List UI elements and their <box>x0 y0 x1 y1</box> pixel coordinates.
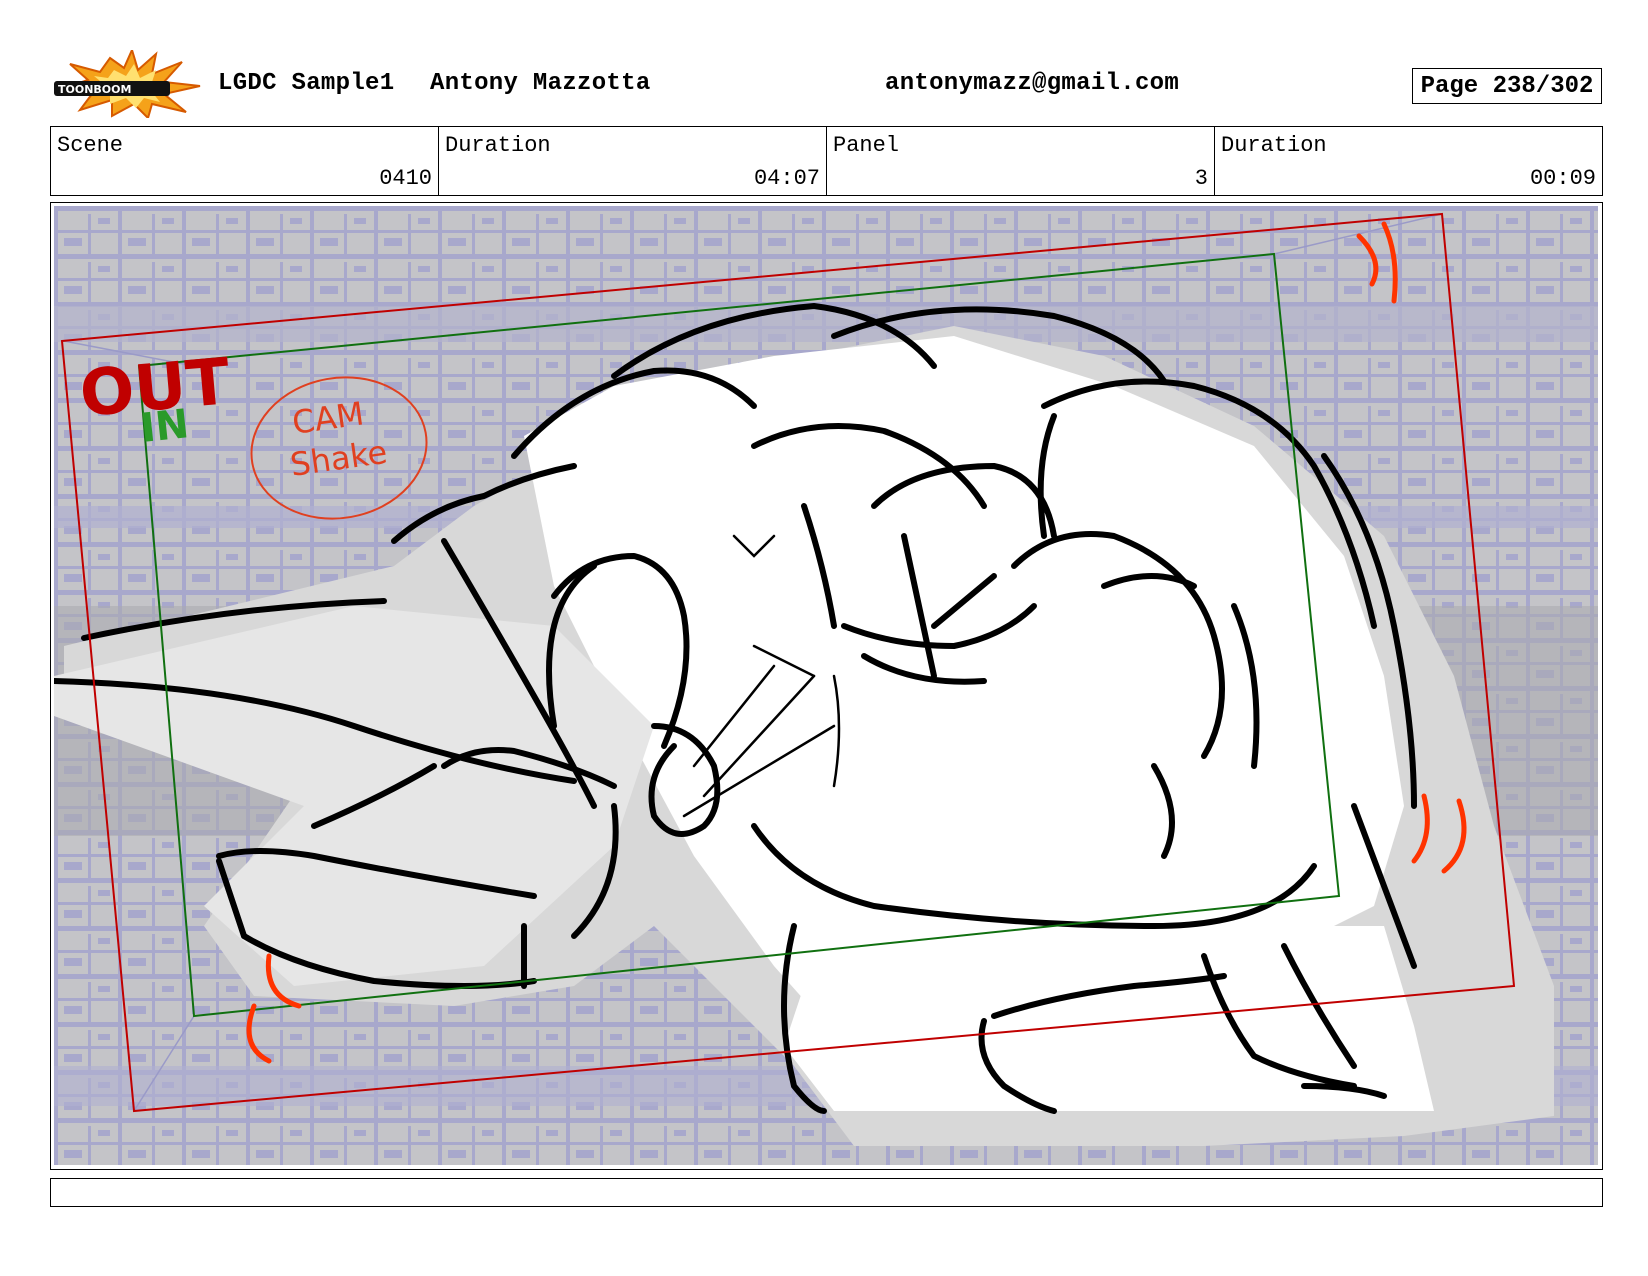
scene-duration-value: 04:07 <box>753 166 820 191</box>
panel-duration-value: 00:09 <box>1529 166 1596 191</box>
panel-value: 3 <box>1194 166 1208 191</box>
author-email: antonymazz@gmail.com <box>885 70 1180 97</box>
logo-wordmark: TOONBOOM <box>58 83 131 96</box>
scene-duration-cell: Duration 04:07 <box>439 127 827 195</box>
toonboom-logo: TOONBOOM <box>54 50 201 118</box>
notes-box <box>50 1178 1603 1207</box>
storyboard-panel: OUT IN CAM Shake <box>50 202 1603 1170</box>
panel-duration-label: Duration <box>1221 133 1327 158</box>
scene-value: 0410 <box>379 166 432 191</box>
project-title: LGDC Sample1 <box>218 70 395 97</box>
panel-duration-cell: Duration 00:09 <box>1215 127 1602 195</box>
panel-drawing: OUT IN CAM Shake <box>54 206 1598 1165</box>
background-band-top <box>54 306 1598 342</box>
scene-duration-label: Duration <box>445 133 551 158</box>
scene-cell: Scene 0410 <box>51 127 439 195</box>
author-name: Antony Mazzotta <box>430 70 651 97</box>
panel-label: Panel <box>833 133 900 158</box>
scene-label: Scene <box>57 133 124 158</box>
page-number: Page 238/302 <box>1412 68 1602 104</box>
in-frame-label: IN <box>138 401 191 452</box>
scene-info-row: Scene 0410 Duration 04:07 Panel 3 Durati… <box>50 126 1603 196</box>
page-header: TOONBOOM LGDC Sample1 Antony Mazzotta an… <box>0 0 1648 125</box>
panel-cell: Panel 3 <box>827 127 1215 195</box>
